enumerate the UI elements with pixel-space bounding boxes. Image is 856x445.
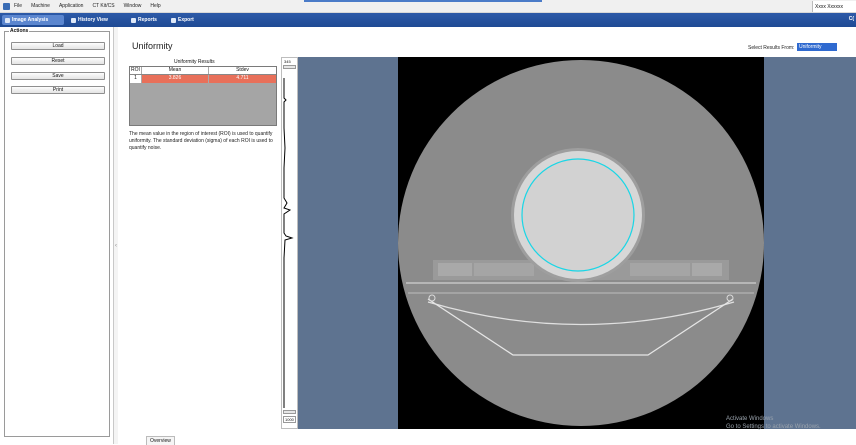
menu-machine[interactable]: Machine [31, 3, 50, 9]
intensity-profile: 345 1000 [281, 57, 298, 429]
menu-application[interactable]: Application [59, 3, 83, 9]
profile-bottom-handle[interactable] [283, 410, 296, 414]
history-icon [71, 17, 76, 23]
cell-mean: 3.826 [142, 75, 209, 83]
cell-roi: 1 [130, 75, 142, 83]
user-field[interactable]: Xxxx Xxxxxx [812, 1, 856, 12]
activation-watermark: Activate Windows Go to Settings to activ… [726, 415, 856, 431]
watermark-line-1: Activate Windows [726, 416, 774, 422]
pad-block-mid-left [474, 263, 534, 276]
image-icon [5, 17, 10, 23]
tab-image-analysis[interactable]: Image Analysis [2, 15, 64, 25]
menu-help[interactable]: Help [150, 3, 160, 9]
actions-group: Actions Load Reset Save Print [4, 28, 110, 437]
report-icon [131, 17, 136, 23]
collapse-arrow-icon[interactable]: ‹ [115, 243, 117, 249]
image-viewer[interactable] [298, 57, 856, 429]
menu-file[interactable]: File [14, 3, 22, 9]
main-toolbar: Image Analysis History View Reports Expo… [0, 13, 856, 27]
series-select[interactable]: Uniformity [797, 43, 837, 51]
profile-curve [283, 78, 294, 408]
tab-reports[interactable]: Reports [128, 15, 160, 25]
header-stdev[interactable]: Stdev [209, 67, 276, 74]
tab-label: Image Analysis [12, 17, 49, 23]
main-content: Uniformity Select Results From: Uniformi… [118, 27, 856, 445]
header-roi[interactable]: ROI [130, 67, 142, 74]
menu-items: File Machine Application CT Kit/CS Windo… [14, 3, 161, 9]
toolbar-right-label: C( [848, 16, 854, 22]
tab-label: History View [78, 17, 108, 23]
watermark-line-2: Go to Settings to activate Windows. [726, 424, 821, 430]
pad-block-mid-right [630, 263, 690, 276]
export-icon [171, 17, 176, 23]
tab-label: Reports [138, 17, 157, 23]
results-table: ROI Mean Stdev 1 3.826 4.711 [129, 66, 277, 126]
actions-title: Actions [9, 28, 30, 34]
ct-scan-svg [398, 60, 764, 426]
menu-bar: File Machine Application CT Kit/CS Windo… [0, 0, 856, 13]
cell-stdev: 4.711 [209, 75, 276, 83]
load-button[interactable]: Load [11, 42, 105, 50]
series-select-label: Select Results From: [748, 45, 795, 51]
table-row[interactable]: 1 3.826 4.711 [130, 75, 276, 83]
page-title: Uniformity [132, 41, 173, 51]
pad-block-left [438, 263, 472, 276]
table-header: ROI Mean Stdev [130, 67, 276, 75]
tab-history-view[interactable]: History View [68, 15, 111, 25]
print-button[interactable]: Print [11, 86, 105, 94]
menu-ct-kit[interactable]: CT Kit/CS [92, 3, 114, 9]
table-caption: Uniformity Results [174, 59, 215, 65]
title-accent-line [304, 0, 542, 2]
description-text: The mean value in the region of interest… [129, 131, 273, 151]
menu-window[interactable]: Window [124, 3, 142, 9]
tab-label: Export [178, 17, 194, 23]
ct-image[interactable] [398, 57, 764, 429]
reset-button[interactable]: Reset [11, 57, 105, 65]
left-panel: Actions Load Reset Save Print [0, 27, 114, 444]
tab-export[interactable]: Export [168, 15, 197, 25]
app-icon [3, 3, 10, 10]
header-mean[interactable]: Mean [142, 67, 209, 74]
profile-bottom-label: 1000 [283, 416, 296, 423]
save-button[interactable]: Save [11, 72, 105, 80]
pad-block-right [692, 263, 722, 276]
